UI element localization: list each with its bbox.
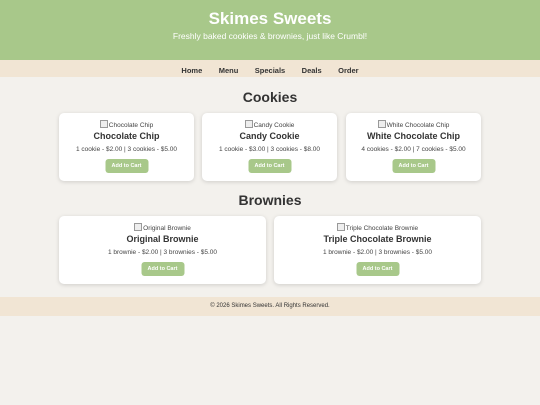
product-price: 4 cookies - $2.00 | 7 cookies - $5.00 <box>361 146 466 153</box>
site-footer: © 2026 Skimes Sweets. All Rights Reserve… <box>0 297 540 316</box>
cookies-section-title: Cookies <box>242 89 298 105</box>
product-price: 1 brownie - $2.00 | 3 brownies - $5.00 <box>107 249 217 256</box>
image-alt-text: Chocolate Chip <box>108 122 154 129</box>
add-to-cart-button[interactable]: Add to Cart <box>141 262 184 276</box>
broken-image-icon <box>377 120 386 128</box>
product-card-chocolate-chip: Chocolate Chip Chocolate Chip 1 cookie -… <box>59 113 194 181</box>
add-to-cart-button[interactable]: Add to Cart <box>105 159 148 173</box>
site-header: Skimes Sweets Freshly baked cookies & br… <box>0 0 540 60</box>
add-to-cart-button[interactable]: Add to Cart <box>356 262 399 276</box>
product-card-original-brownie: Original Brownie Original Brownie 1 brow… <box>59 216 266 284</box>
product-image: Triple Chocolate Brownie <box>274 223 481 233</box>
product-price: 1 brownie - $2.00 | 3 brownies - $5.00 <box>322 249 432 256</box>
footer-copyright: © 2026 Skimes Sweets. All Rights Reserve… <box>210 303 330 309</box>
product-card-triple-chocolate-brownie: Triple Chocolate Brownie Triple Chocolat… <box>274 216 481 284</box>
product-image: Original Brownie <box>59 223 266 233</box>
product-name: White Chocolate Chip <box>367 131 460 141</box>
broken-image-icon <box>134 223 143 231</box>
nav-deals-link[interactable]: Deals <box>302 62 322 79</box>
broken-image-icon <box>244 120 253 128</box>
product-name: Chocolate Chip <box>93 131 160 141</box>
product-price: 1 cookie - $3.00 | 3 cookies - $8.00 <box>218 146 321 153</box>
product-name: Candy Cookie <box>239 131 300 141</box>
image-alt-text: Original Brownie <box>143 225 191 232</box>
image-alt-text: White Chocolate Chip <box>386 122 450 129</box>
product-card-white-chocolate-chip: White Chocolate Chip White Chocolate Chi… <box>346 113 481 181</box>
site-tagline: Freshly baked cookies & brownies, just l… <box>172 31 368 41</box>
broken-image-icon <box>99 120 108 128</box>
site-title: Skimes Sweets <box>208 9 332 28</box>
product-card-candy-cookie: Candy Cookie Candy Cookie 1 cookie - $3.… <box>202 113 337 181</box>
image-alt-text: Triple Chocolate Brownie <box>345 225 419 232</box>
nav-order-link[interactable]: Order <box>338 62 358 79</box>
add-to-cart-button[interactable]: Add to Cart <box>392 159 435 173</box>
product-image: White Chocolate Chip <box>346 120 481 130</box>
add-to-cart-button[interactable]: Add to Cart <box>248 159 291 173</box>
product-image: Candy Cookie <box>202 120 337 130</box>
product-name: Original Brownie <box>126 234 199 244</box>
product-price: 1 cookie - $2.00 | 3 cookies - $5.00 <box>75 146 178 153</box>
nav-specials-link[interactable]: Specials <box>255 62 285 79</box>
broken-image-icon <box>336 223 345 231</box>
nav-home-link[interactable]: Home <box>181 62 202 79</box>
main-nav: Home Menu Specials Deals Order <box>0 60 540 77</box>
brownies-section-title: Brownies <box>238 192 302 208</box>
nav-menu-link[interactable]: Menu <box>219 62 239 79</box>
product-name: Triple Chocolate Brownie <box>323 234 432 244</box>
image-alt-text: Candy Cookie <box>253 122 295 129</box>
product-image: Chocolate Chip <box>59 120 194 130</box>
